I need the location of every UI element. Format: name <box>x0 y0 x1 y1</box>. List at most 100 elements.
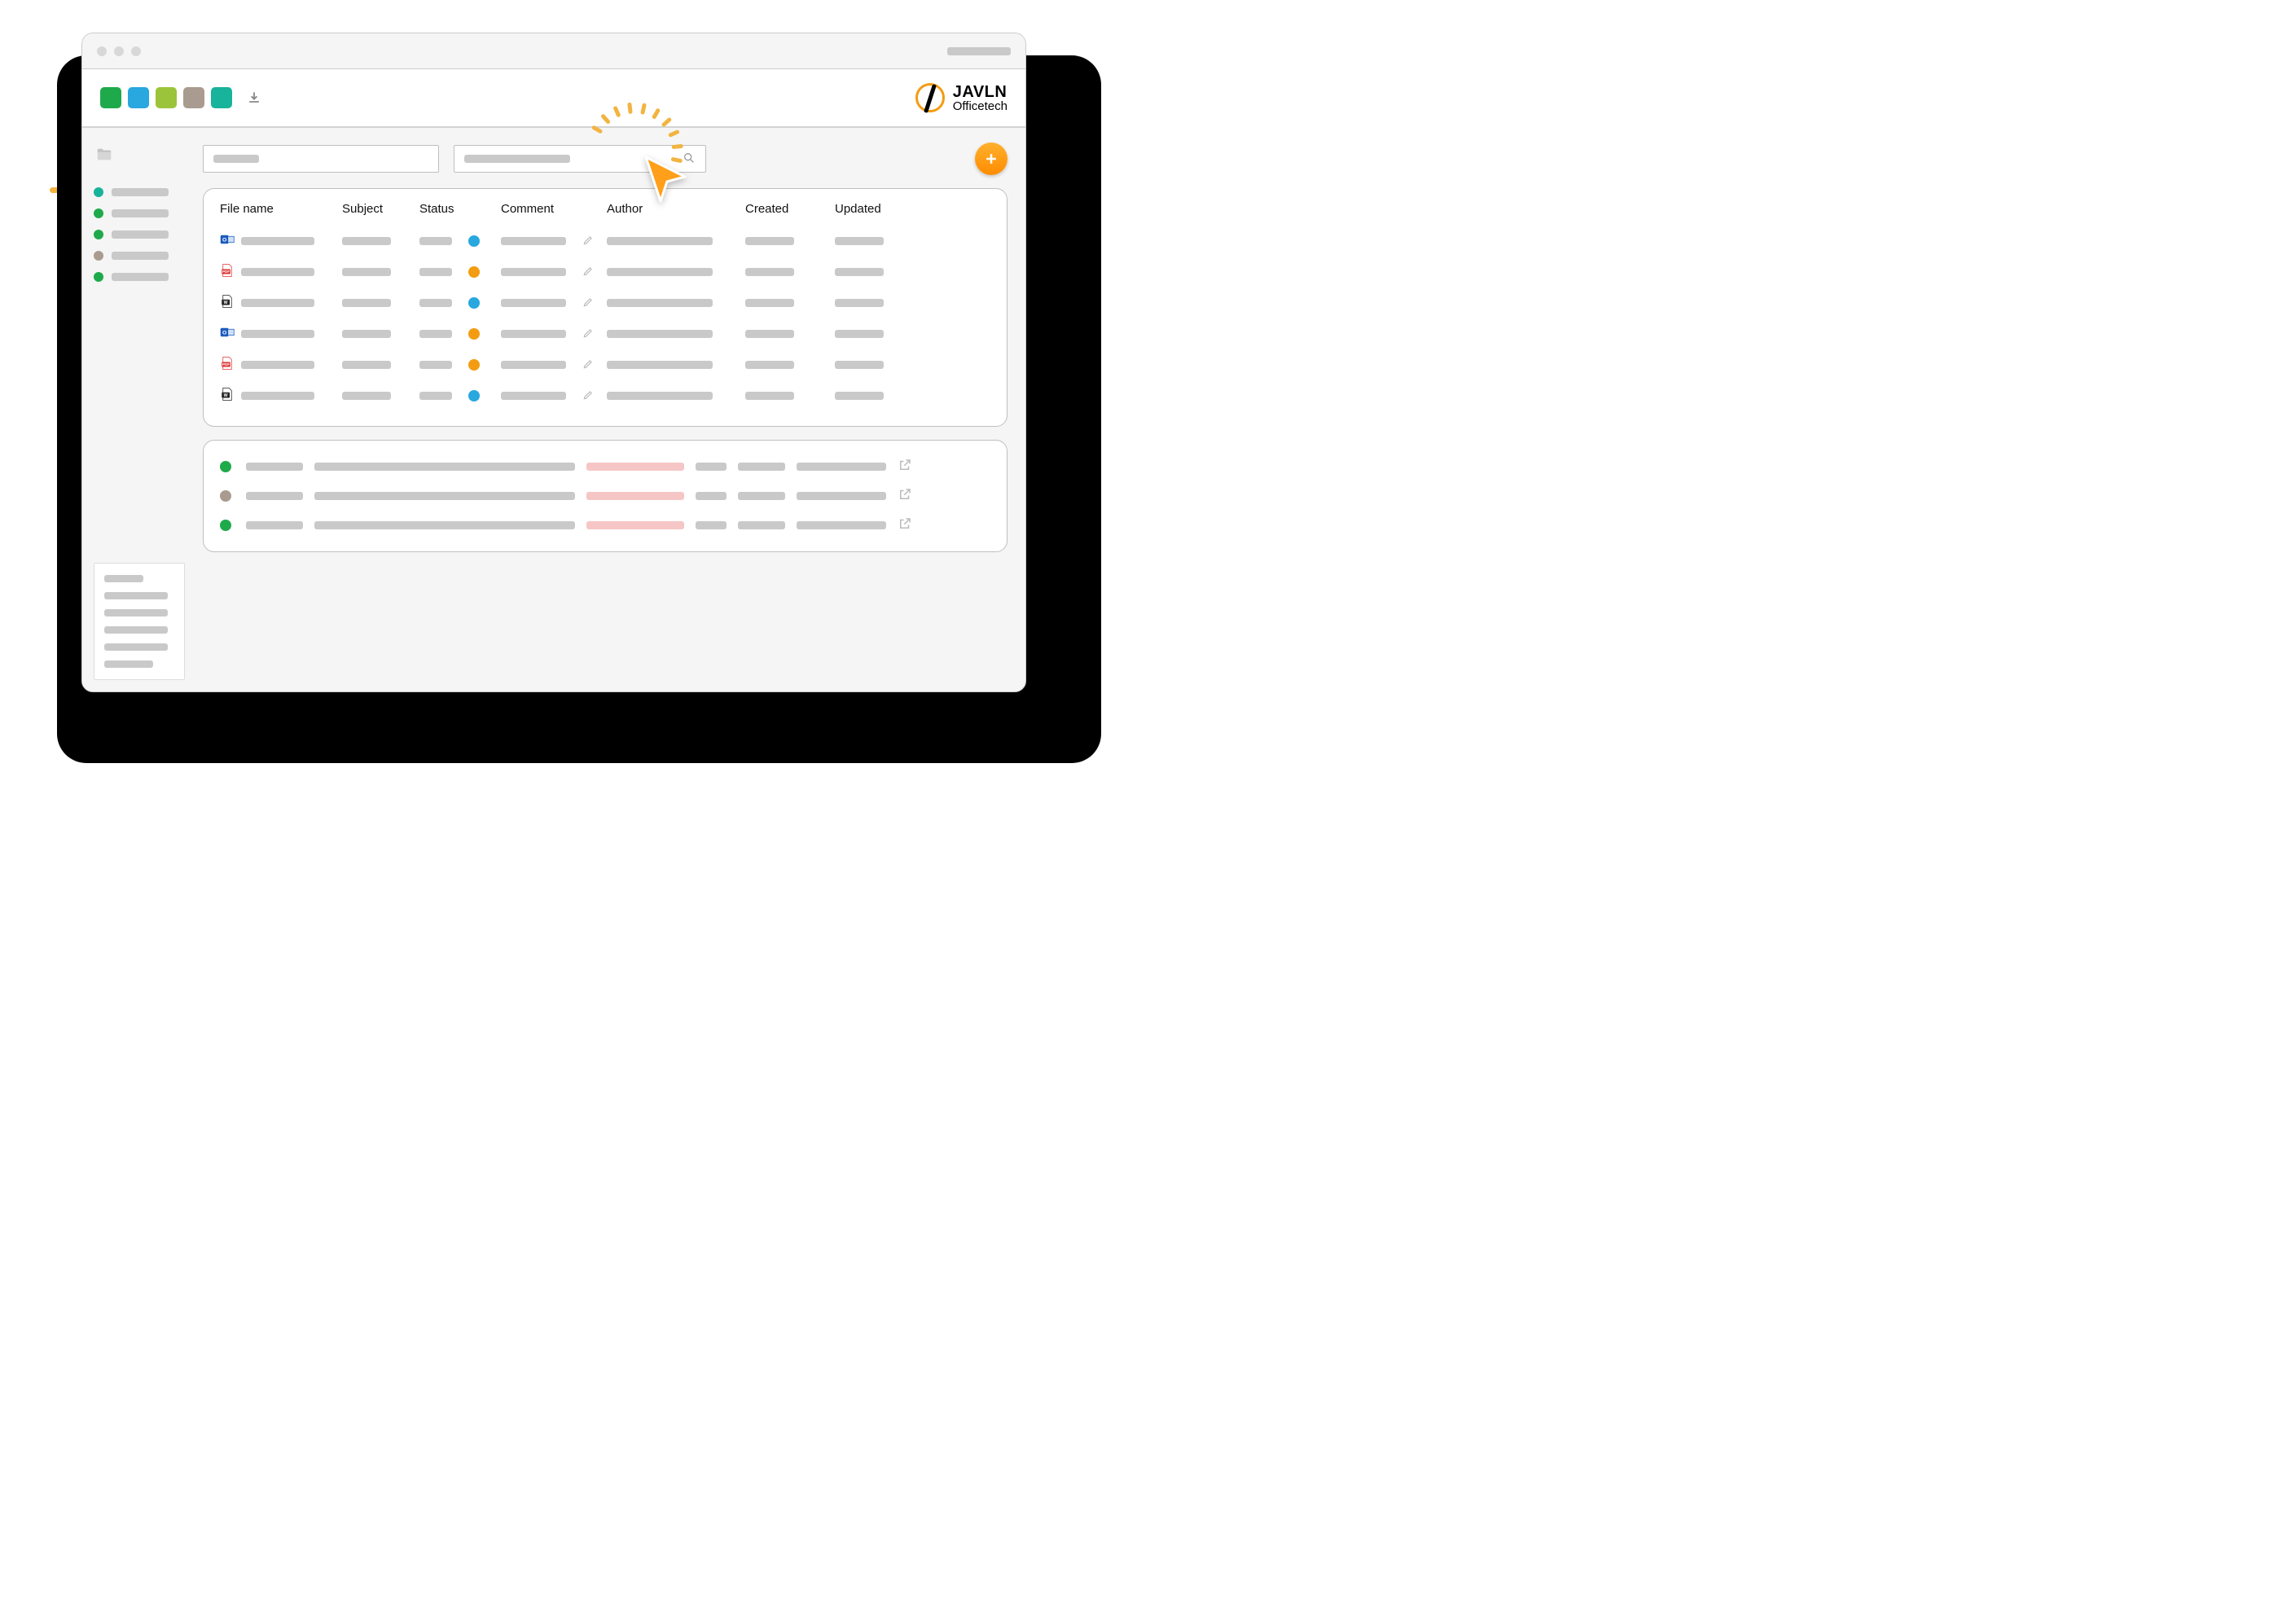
color-swatch-2[interactable] <box>156 87 177 108</box>
created-placeholder <box>745 392 794 400</box>
file-name-placeholder <box>241 237 314 245</box>
edit-icon[interactable] <box>582 327 607 341</box>
subject-placeholder <box>342 237 391 245</box>
table-row[interactable]: PDF <box>220 349 990 380</box>
updated-placeholder <box>835 392 884 400</box>
svg-text:PDF: PDF <box>222 362 230 366</box>
subject-placeholder <box>342 330 391 338</box>
sidebar-item-label-placeholder <box>112 188 169 196</box>
comment-placeholder <box>501 268 566 276</box>
edit-icon[interactable] <box>582 296 607 310</box>
open-icon[interactable] <box>898 516 922 535</box>
table-row[interactable]: PDF <box>220 257 990 287</box>
file-name-placeholder <box>241 330 314 338</box>
author-placeholder <box>607 299 713 307</box>
col-comment[interactable]: Comment <box>501 202 607 216</box>
open-icon[interactable] <box>898 458 922 476</box>
file-name-placeholder <box>241 299 314 307</box>
status-bar-placeholder <box>419 361 452 369</box>
brand-logo: JAVLN Officetech <box>915 83 1008 112</box>
updated-placeholder <box>835 237 884 245</box>
activity-col-1 <box>246 521 303 529</box>
sidebar-item-0[interactable] <box>94 187 185 197</box>
color-swatch-3[interactable] <box>183 87 204 108</box>
file-name-placeholder <box>241 268 314 276</box>
sidebar-item-4[interactable] <box>94 272 185 282</box>
toolbar: JAVLN Officetech <box>82 69 1025 128</box>
sidebar-item-3[interactable] <box>94 251 185 261</box>
activity-col-6 <box>797 492 886 500</box>
activity-col-4 <box>696 521 727 529</box>
author-placeholder <box>607 392 713 400</box>
add-button[interactable] <box>975 143 1008 175</box>
status-dot <box>468 266 480 278</box>
file-type-icon: PDF <box>220 355 241 375</box>
search-input[interactable] <box>454 145 706 173</box>
created-placeholder <box>745 299 794 307</box>
subject-placeholder <box>342 361 391 369</box>
activity-panel <box>203 440 1008 552</box>
file-table-panel: File name Subject Status Comment Author … <box>203 188 1008 427</box>
color-swatch-1[interactable] <box>128 87 149 108</box>
activity-row[interactable] <box>220 481 990 511</box>
table-row[interactable]: O <box>220 318 990 349</box>
brand-logo-mark <box>915 83 945 112</box>
sidebar-item-1[interactable] <box>94 208 185 218</box>
table-header: File name Subject Status Comment Author … <box>220 202 990 216</box>
sidebar-item-label-placeholder <box>112 209 169 217</box>
table-row[interactable]: W <box>220 380 990 411</box>
activity-highlight <box>586 492 684 500</box>
col-created[interactable]: Created <box>745 202 835 216</box>
col-file-name[interactable]: File name <box>220 202 342 216</box>
open-icon[interactable] <box>898 487 922 506</box>
activity-row[interactable] <box>220 452 990 481</box>
download-icon[interactable] <box>244 87 265 108</box>
subject-placeholder <box>342 268 391 276</box>
activity-status-dot <box>220 461 231 472</box>
filter-bar <box>203 143 1008 175</box>
updated-placeholder <box>835 268 884 276</box>
table-row[interactable]: W <box>220 287 990 318</box>
sidebar-item-2[interactable] <box>94 230 185 239</box>
window-close-dot[interactable] <box>97 46 107 56</box>
col-author[interactable]: Author <box>607 202 745 216</box>
col-subject[interactable]: Subject <box>342 202 419 216</box>
activity-row[interactable] <box>220 511 990 540</box>
comment-placeholder <box>501 299 566 307</box>
updated-placeholder <box>835 361 884 369</box>
activity-col-4 <box>696 463 727 471</box>
edit-icon[interactable] <box>582 358 607 372</box>
edit-icon[interactable] <box>582 265 607 279</box>
window-minimize-dot[interactable] <box>114 46 124 56</box>
file-name-placeholder <box>241 392 314 400</box>
created-placeholder <box>745 361 794 369</box>
activity-col-5 <box>738 463 785 471</box>
col-status[interactable]: Status <box>419 202 501 216</box>
created-placeholder <box>745 268 794 276</box>
activity-col-6 <box>797 521 886 529</box>
edit-icon[interactable] <box>582 389 607 403</box>
sidebar-card <box>94 563 185 680</box>
status-dot <box>468 235 480 247</box>
activity-col-4 <box>696 492 727 500</box>
activity-status-dot <box>220 520 231 531</box>
comment-placeholder <box>501 361 566 369</box>
window-zoom-dot[interactable] <box>131 46 141 56</box>
svg-text:O: O <box>222 330 226 336</box>
file-type-icon: O <box>220 231 241 252</box>
folder-icon[interactable] <box>94 146 185 169</box>
color-swatch-4[interactable] <box>211 87 232 108</box>
status-bar-placeholder <box>419 268 452 276</box>
activity-highlight <box>586 521 684 529</box>
filter-input[interactable] <box>203 145 439 173</box>
author-placeholder <box>607 361 713 369</box>
activity-highlight <box>586 463 684 471</box>
edit-icon[interactable] <box>582 235 607 248</box>
updated-placeholder <box>835 299 884 307</box>
activity-col-2 <box>314 492 575 500</box>
file-type-icon: W <box>220 386 241 406</box>
table-row[interactable]: O <box>220 226 990 257</box>
svg-text:PDF: PDF <box>222 270 230 274</box>
col-updated[interactable]: Updated <box>835 202 924 216</box>
color-swatch-0[interactable] <box>100 87 121 108</box>
